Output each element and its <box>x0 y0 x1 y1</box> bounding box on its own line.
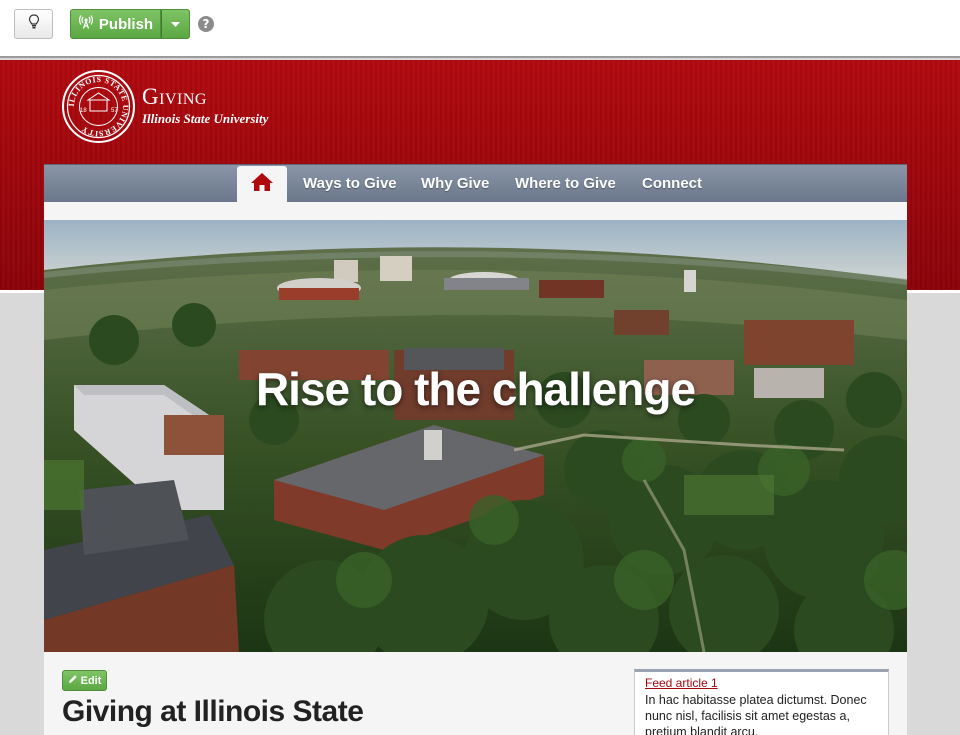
feed-article-excerpt: In hac habitasse platea dictumst. Donec … <box>645 693 867 735</box>
pencil-icon <box>68 674 78 687</box>
home-icon <box>250 172 274 197</box>
page-container: Ways to Give Why Give Where to Give Conn… <box>44 164 907 735</box>
edit-button[interactable]: Edit <box>62 670 107 691</box>
publish-label: Publish <box>98 15 154 33</box>
seal-year-right: 57 <box>111 108 118 114</box>
site-title[interactable]: Giving <box>142 84 207 110</box>
campus-aerial-photo <box>44 220 907 652</box>
site-subtitle[interactable]: Illinois State University <box>142 111 268 127</box>
hero-banner[interactable]: Rise to the challenge <box>44 220 907 652</box>
nav-item-why-give[interactable]: Why Give <box>421 165 489 203</box>
hero-heading: Rise to the challenge <box>255 363 696 415</box>
seal-year-left: 18 <box>80 108 87 114</box>
help-icon[interactable]: ? <box>198 16 214 32</box>
caret-down-icon <box>171 15 180 33</box>
lightbulb-icon <box>28 13 40 35</box>
feed-widget: Feed article 1 In hac habitasse platea d… <box>634 669 889 735</box>
broadcast-icon <box>78 15 94 33</box>
lightbulb-button[interactable] <box>14 9 53 39</box>
edit-label: Edit <box>80 674 102 687</box>
publish-button[interactable]: Publish <box>70 9 161 39</box>
university-seal-icon[interactable]: ILLINOIS STATE UNIVERSITY 18 57 <box>62 70 135 143</box>
main-nav: Ways to Give Why Give Where to Give Conn… <box>44 164 907 203</box>
cms-toolbar: Publish ? <box>0 0 960 58</box>
nav-item-where-to-give[interactable]: Where to Give <box>515 165 616 203</box>
nav-home-tab[interactable] <box>237 166 287 203</box>
publish-dropdown-toggle[interactable] <box>161 9 190 39</box>
nav-item-ways-to-give[interactable]: Ways to Give <box>303 165 397 203</box>
publish-button-group: Publish <box>70 9 190 39</box>
feed-article-link[interactable]: Feed article 1 <box>645 676 878 690</box>
page-title: Giving at Illinois State <box>62 695 364 728</box>
nav-item-connect[interactable]: Connect <box>642 165 702 203</box>
